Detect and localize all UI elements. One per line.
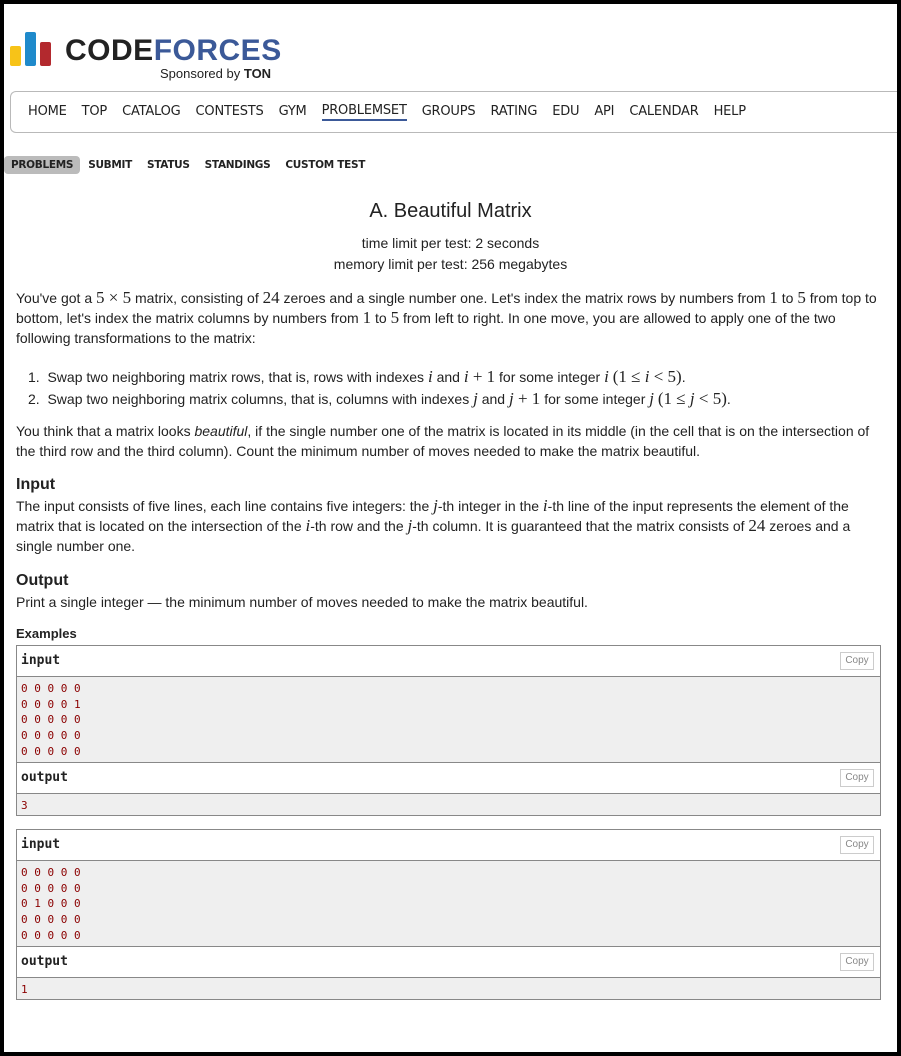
logo-sponsor: Sponsored by TON [160, 66, 272, 81]
menu-edu[interactable]: EDU [552, 104, 579, 121]
statement-paragraph: You've got a 5 × 5 matrix, consisting of… [16, 288, 877, 346]
copy-button[interactable]: Copy [840, 652, 874, 670]
menu-gym[interactable]: GYM [279, 104, 307, 121]
output-label: output [21, 769, 68, 785]
subtab-standings[interactable]: STANDINGS [198, 156, 278, 174]
input-label: input [21, 653, 61, 668]
output-header: Output [16, 572, 69, 589]
menu-rating[interactable]: RATING [490, 104, 537, 121]
statement-paragraph: You think that a matrix looks beautiful,… [16, 423, 870, 459]
list-item: 2. Swap two neighboring matrix columns, … [28, 389, 731, 408]
menu-contests[interactable]: CONTESTS [196, 104, 264, 121]
menu-help[interactable]: HELP [714, 104, 746, 121]
menu-calendar[interactable]: CALENDAR [629, 104, 698, 121]
menu-problemset[interactable]: PROBLEMSET [321, 103, 407, 121]
transformations-list: 1. Swap two neighboring matrix rows, tha… [28, 366, 731, 410]
logo-bars-icon [10, 32, 54, 66]
menu-top[interactable]: TOP [82, 104, 108, 121]
subtab-status[interactable]: STATUS [140, 156, 197, 174]
problem-title: A. Beautiful Matrix [369, 200, 532, 222]
output-label: output [21, 953, 68, 969]
main-menu: HOME TOP CATALOG CONTESTS GYM PROBLEMSET… [10, 91, 897, 133]
input-spec: The input consists of five lines, each l… [16, 496, 851, 554]
subtab-submit[interactable]: SUBMIT [81, 156, 139, 174]
menu-home[interactable]: HOME [28, 104, 67, 121]
examples-header: Examples [16, 626, 77, 641]
subtab-problems[interactable]: PROBLEMS [4, 155, 81, 174]
menu-catalog[interactable]: CATALOG [122, 104, 181, 121]
sub-tabs: PROBLEMS SUBMIT STATUS STANDINGS CUSTOM … [4, 154, 373, 175]
copy-button[interactable]: Copy [840, 952, 874, 971]
input-header: Input [16, 476, 56, 493]
menu-api[interactable]: API [594, 104, 614, 121]
subtab-custom-test[interactable]: CUSTOM TEST [278, 156, 372, 174]
menu-groups[interactable]: GROUPS [422, 104, 476, 121]
page: CODEFORCES Sponsored by TON HOME TOP CAT… [4, 4, 897, 1052]
example-1: input Copy 0 0 0 0 00 0 0 0 10 0 0 0 00 … [16, 645, 881, 817]
time-limit: time limit per test: 2 seconds [361, 235, 540, 251]
list-item: 1. Swap two neighboring matrix rows, tha… [28, 367, 686, 386]
logo-wordmark: CODEFORCES [65, 34, 282, 67]
example-output[interactable]: 1 [17, 977, 880, 1000]
memory-limit: memory limit per test: 256 megabytes [333, 256, 568, 272]
example-input[interactable]: 0 0 0 0 00 0 0 0 10 0 0 0 00 0 0 0 00 0 … [17, 677, 880, 762]
input-label: input [21, 837, 61, 852]
example-2: input Copy 0 0 0 0 00 0 0 0 00 1 0 0 00 … [16, 829, 881, 1001]
codeforces-logo[interactable]: CODEFORCES Sponsored by TON [10, 30, 310, 82]
output-spec: Print a single integer — the minimum num… [16, 594, 588, 610]
copy-button[interactable]: Copy [840, 768, 874, 787]
example-input[interactable]: 0 0 0 0 00 0 0 0 00 1 0 0 00 0 0 0 00 0 … [17, 861, 880, 946]
example-output[interactable]: 3 [17, 793, 880, 816]
copy-button[interactable]: Copy [840, 836, 874, 854]
